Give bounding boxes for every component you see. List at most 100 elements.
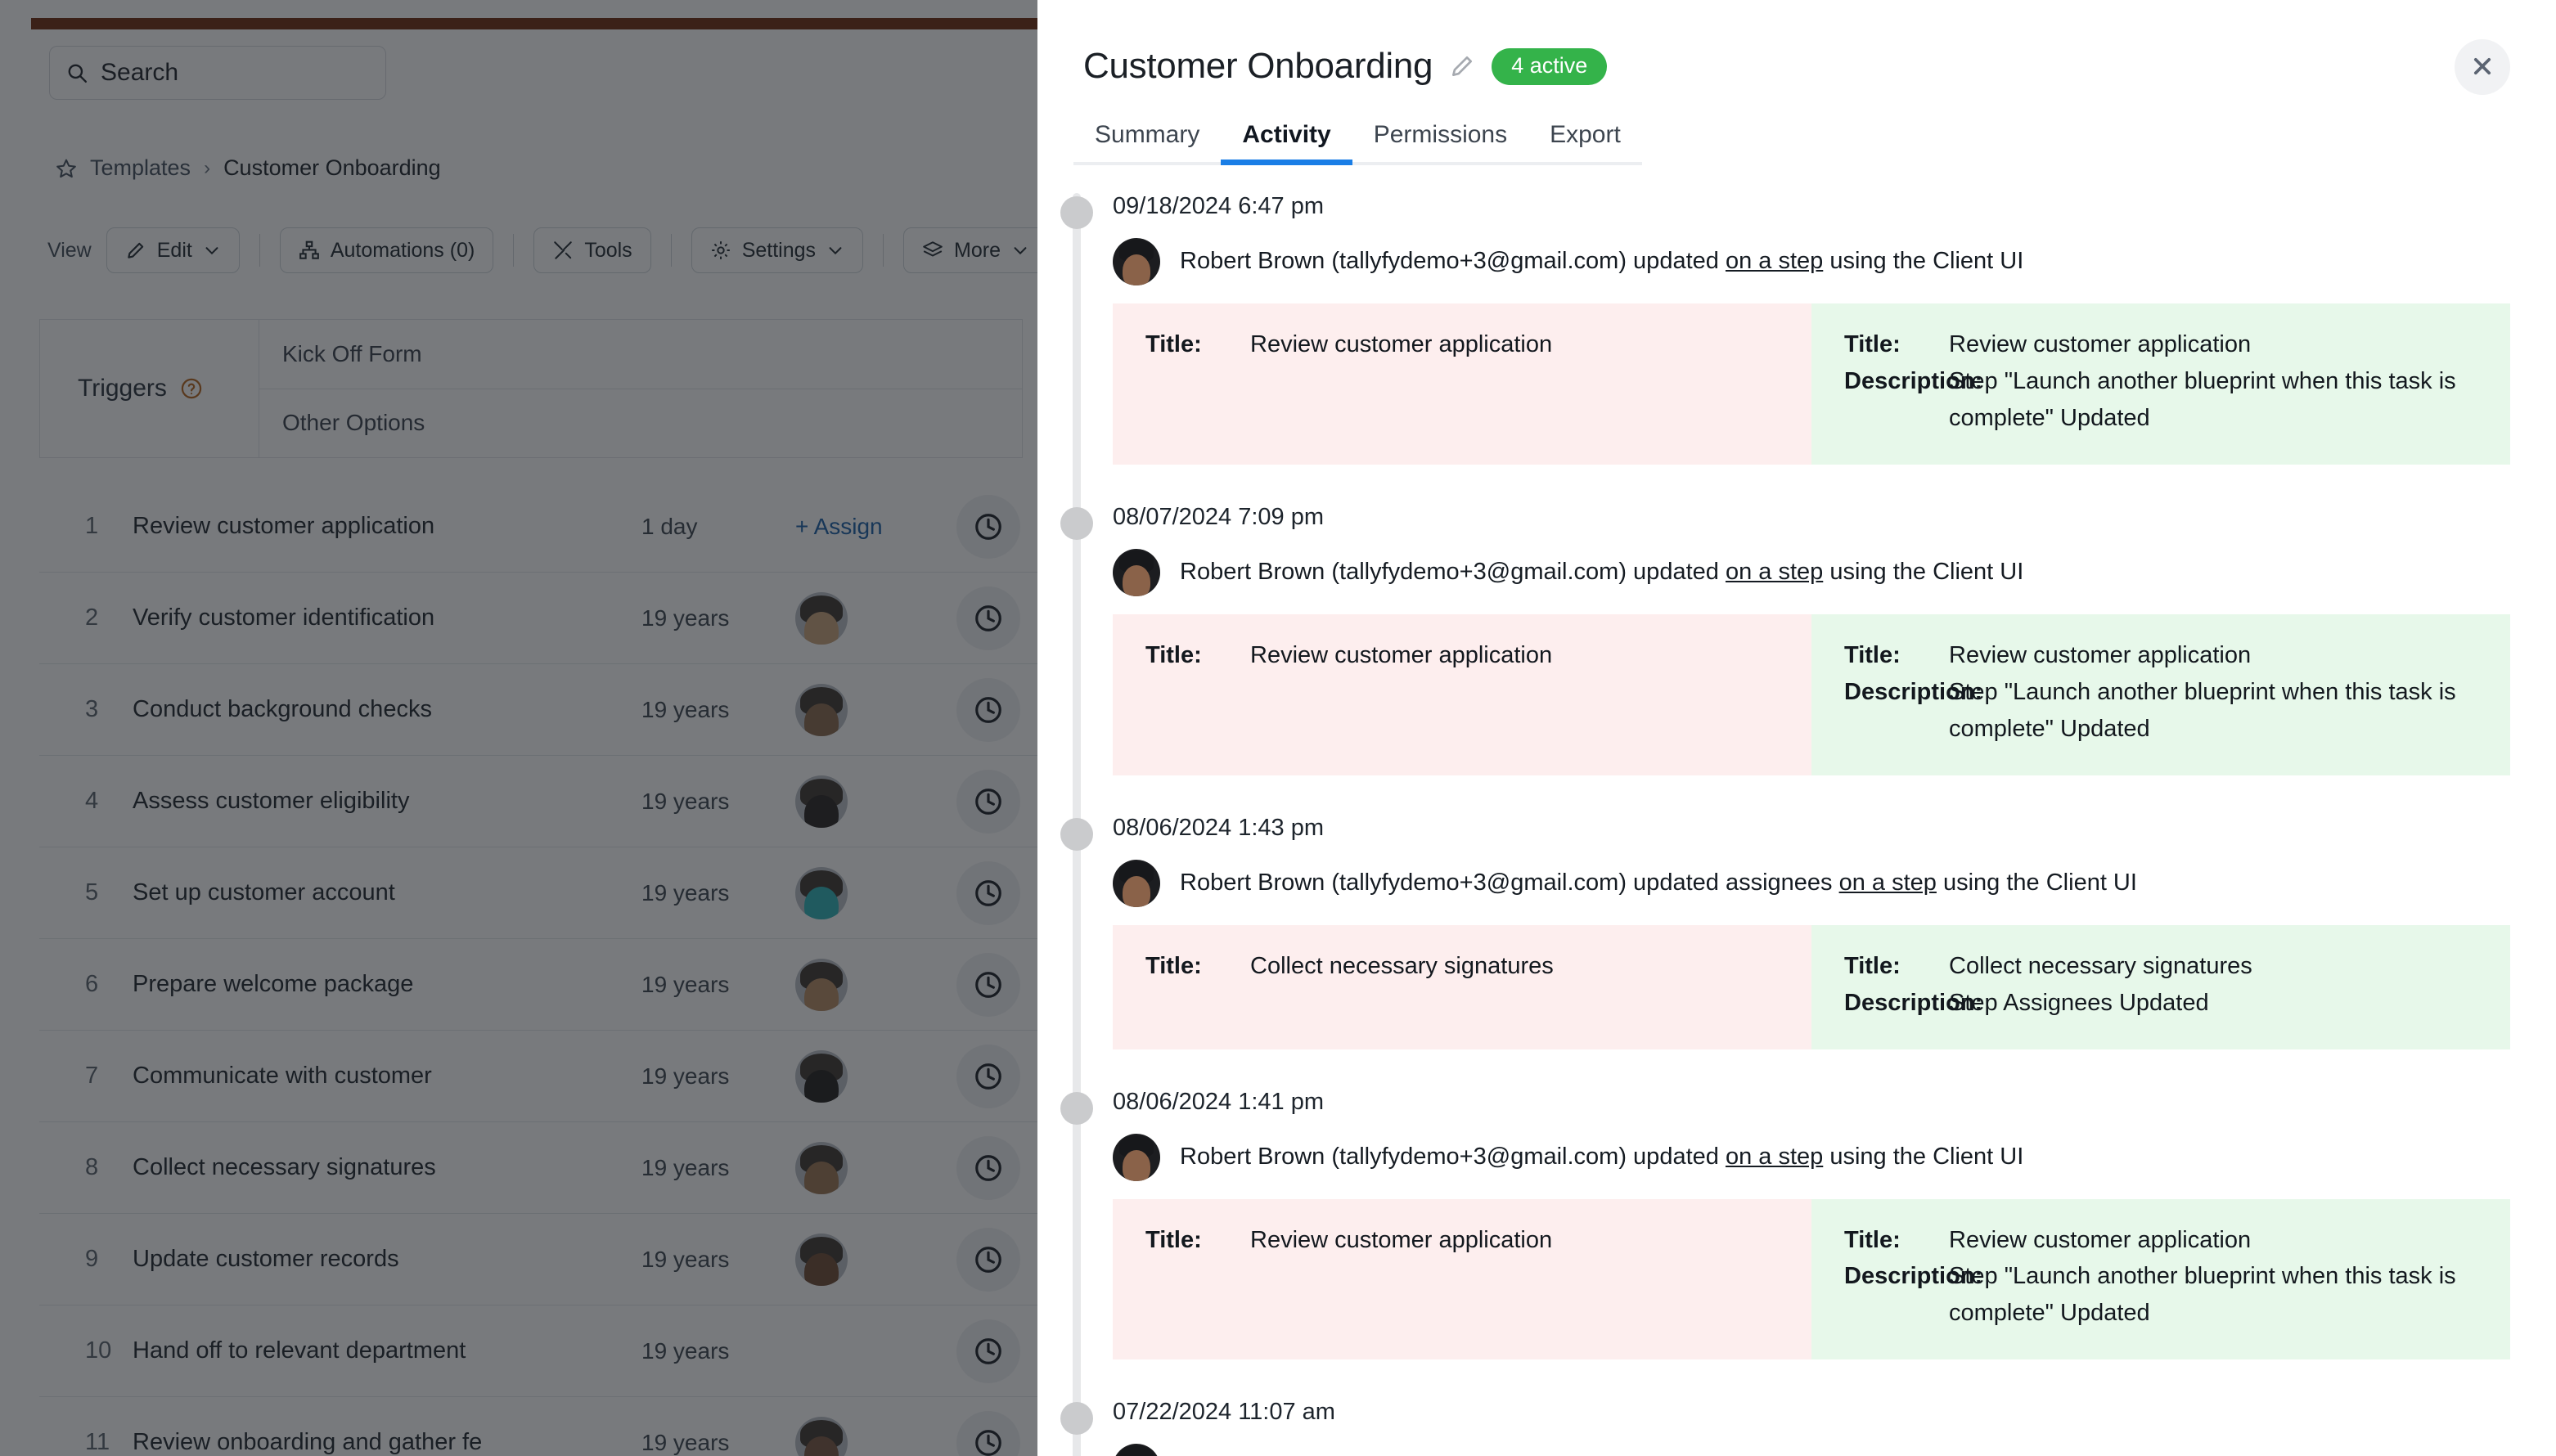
- diff-old-title-value: Collect necessary signatures: [1250, 952, 1554, 979]
- diff-new-desc-value: Step "Launch another blueprint when this…: [1949, 367, 2456, 431]
- activity-actor-row: Robert Brown (tallyfydemo+3@gmail.com) u…: [1113, 548, 2510, 596]
- close-button[interactable]: [2455, 39, 2510, 95]
- panel-tabs: Summary Activity Permissions Export: [1073, 121, 2556, 165]
- activity-diff: Title: Review customer application Title: R…: [1113, 1198, 2510, 1360]
- activity-side-panel: Customer Onboarding 4 active Summary Acti…: [1037, 0, 2556, 1456]
- activity-actor-name: Robert Brown (tallyfydemo+3@gmail.com): [1180, 248, 1627, 275]
- diff-new-title-value: Review customer application: [1949, 1226, 2252, 1253]
- activity-actor-name: Robert Brown (tallyfydemo+3@gmail.com): [1180, 1143, 1627, 1170]
- timeline-dot: [1060, 506, 1093, 540]
- diff-new-desc-key: Description:: [1844, 678, 1983, 705]
- tab-activity[interactable]: Activity: [1221, 121, 1353, 165]
- diff-new-desc-key: Description:: [1844, 1263, 1983, 1290]
- activity-description: Robert Brown (tallyfydemo+3@gmail.com) u…: [1180, 1142, 2023, 1173]
- activity-actor-row: Robert Brown (tallyfydemo+3@gmail.com) u…: [1113, 1133, 2510, 1181]
- pencil-icon[interactable]: [1449, 53, 1475, 79]
- activity-actor-name: Robert Brown (tallyfydemo+3@gmail.com): [1180, 869, 1627, 896]
- activity-source-text: using the Client UI: [1823, 248, 2024, 275]
- activity-description: Robert Brown (tallyfydemo+3@gmail.com) u…: [1180, 246, 2023, 277]
- activity-entry: 08/07/2024 7:09 pm Robert Brown (tallyfyd…: [1037, 504, 2556, 775]
- activity-step-link[interactable]: on a step: [1839, 870, 1937, 896]
- tab-permissions[interactable]: Permissions: [1352, 121, 1529, 165]
- diff-new-title-key: Title:: [1844, 1226, 1901, 1253]
- diff-old-title-key: Title:: [1145, 641, 1202, 668]
- activity-diff: Title: Collect necessary signatures Title:…: [1113, 924, 2510, 1049]
- activity-description: Robert Brown (tallyfydemo+3@gmail.com) u…: [1180, 868, 2137, 899]
- activity-actor-row: Robert Brown (tallyfydemo+3@gmail.com) u…: [1113, 859, 2510, 907]
- diff-new-desc-value: Step "Launch another blueprint when this…: [1949, 678, 2456, 742]
- entry-spacer: [1037, 1049, 2556, 1089]
- activity-action-text: updated assignees: [1627, 869, 1839, 896]
- avatar-face: [1123, 1149, 1150, 1181]
- activity-source-text: using the Client UI: [1936, 869, 2137, 896]
- activity-entry: 08/06/2024 1:43 pm Robert Brown (tallyfyd…: [1037, 815, 2556, 1049]
- diff-new-title-key: Title:: [1844, 331, 1901, 357]
- avatar[interactable]: [1113, 548, 1160, 596]
- diff-old-value: Title: Review customer application: [1113, 1198, 1811, 1360]
- avatar-face: [1123, 564, 1150, 596]
- activity-entry: 08/06/2024 1:41 pm Robert Brown (tallyfyd…: [1037, 1089, 2556, 1360]
- avatar-face: [1123, 254, 1150, 285]
- diff-new-title-key: Title:: [1844, 641, 1901, 668]
- activity-step-link[interactable]: on a step: [1726, 248, 1823, 274]
- modal-dim-overlay[interactable]: [0, 0, 1037, 1456]
- avatar[interactable]: [1113, 238, 1160, 285]
- diff-old-title-value: Review customer application: [1250, 641, 1553, 668]
- activity-diff: Title: Review customer application Title: R…: [1113, 613, 2510, 775]
- activity-description: Robert Brown (tallyfydemo+3@gmail.com) u…: [1180, 1452, 2023, 1456]
- activity-entry: 07/22/2024 11:07 am Robert Brown (tallyfy…: [1037, 1399, 2556, 1456]
- entry-spacer: [1037, 1359, 2556, 1399]
- diff-old-title-key: Title:: [1145, 952, 1202, 979]
- tab-summary[interactable]: Summary: [1073, 121, 1222, 165]
- diff-old-title-key: Title:: [1145, 331, 1202, 357]
- activity-action-text: updated: [1627, 558, 1726, 585]
- activity-actor-row: Robert Brown (tallyfydemo+3@gmail.com) u…: [1113, 1444, 2510, 1456]
- diff-new-title-value: Collect necessary signatures: [1949, 952, 2252, 979]
- activity-action-text: updated: [1627, 1143, 1726, 1170]
- diff-old-value: Title: Review customer application: [1113, 613, 1811, 775]
- activity-feed-scroll[interactable]: 09/18/2024 6:47 pm Robert Brown (tallyfyd…: [1037, 193, 2556, 1456]
- activity-timeline: 09/18/2024 6:47 pm Robert Brown (tallyfyd…: [1037, 193, 2556, 1456]
- status-badge: 4 active: [1492, 47, 1608, 85]
- activity-timestamp: 08/06/2024 1:43 pm: [1113, 814, 1324, 841]
- activity-source-text: using the Client UI: [1823, 1143, 2024, 1170]
- avatar[interactable]: [1113, 1444, 1160, 1456]
- timeline-dot: [1060, 817, 1093, 851]
- avatar-face: [1123, 875, 1150, 907]
- tab-export[interactable]: Export: [1528, 121, 1642, 165]
- avatar-hair: [1119, 1445, 1154, 1456]
- diff-new-value: Title: Review customer application Descrip…: [1811, 303, 2510, 465]
- activity-step-link[interactable]: on a step: [1726, 559, 1823, 585]
- diff-new-title-value: Review customer application: [1949, 641, 2252, 668]
- close-icon: [2471, 55, 2494, 80]
- diff-old-title-value: Review customer application: [1250, 331, 1553, 357]
- timeline-dot: [1060, 1402, 1093, 1436]
- activity-description: Robert Brown (tallyfydemo+3@gmail.com) u…: [1180, 557, 2023, 588]
- timeline-dot: [1060, 196, 1093, 229]
- activity-timestamp: 09/18/2024 6:47 pm: [1113, 193, 1324, 219]
- activity-actor-row: Robert Brown (tallyfydemo+3@gmail.com) u…: [1113, 238, 2510, 285]
- entry-spacer: [1037, 775, 2556, 815]
- diff-old-title-key: Title:: [1145, 1226, 1202, 1253]
- background-app: Search Templates › Customer Onboarding V…: [0, 0, 1037, 1456]
- activity-action-text: updated: [1627, 248, 1726, 275]
- activity-diff: Title: Review customer application Title: R…: [1113, 303, 2510, 465]
- avatar[interactable]: [1113, 1133, 1160, 1181]
- diff-new-desc-value: Step "Launch another blueprint when this…: [1949, 1263, 2456, 1327]
- avatar[interactable]: [1113, 859, 1160, 907]
- activity-entry: 09/18/2024 6:47 pm Robert Brown (tallyfyd…: [1037, 193, 2556, 465]
- activity-source-text: using the Client UI: [1823, 558, 2024, 585]
- diff-old-value: Title: Review customer application: [1113, 303, 1811, 465]
- diff-new-desc-value: Step Assignees Updated: [1949, 989, 2209, 1016]
- diff-new-title-value: Review customer application: [1949, 331, 2252, 357]
- panel-header: Customer Onboarding 4 active: [1037, 0, 2556, 95]
- activity-actor-name: Robert Brown (tallyfydemo+3@gmail.com): [1180, 558, 1627, 585]
- diff-new-desc-key: Description:: [1844, 989, 1983, 1016]
- diff-old-value: Title: Collect necessary signatures: [1113, 924, 1811, 1049]
- diff-new-value: Title: Review customer application Descrip…: [1811, 613, 2510, 775]
- activity-timestamp: 08/07/2024 7:09 pm: [1113, 503, 1324, 530]
- activity-timestamp: 08/06/2024 1:41 pm: [1113, 1088, 1324, 1115]
- timeline-dot: [1060, 1091, 1093, 1125]
- activity-step-link[interactable]: on a step: [1726, 1144, 1823, 1170]
- diff-new-value: Title: Collect necessary signatures Descri…: [1811, 924, 2510, 1049]
